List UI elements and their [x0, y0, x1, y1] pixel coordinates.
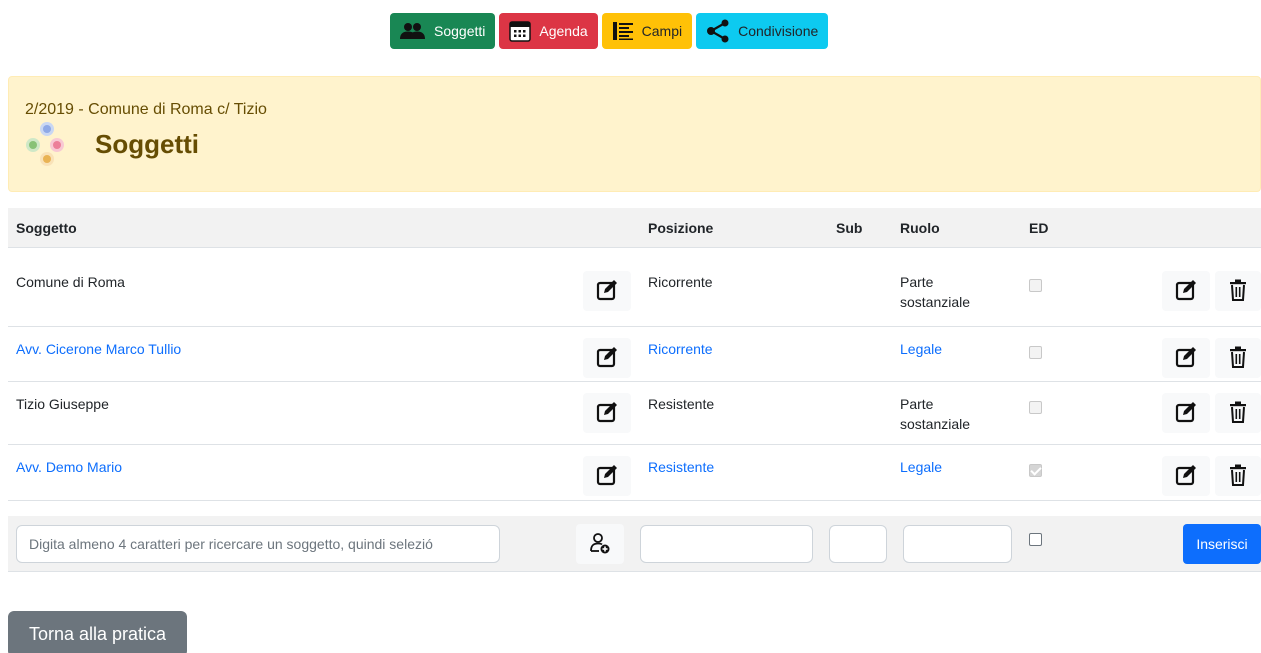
people-network-icon [25, 121, 65, 169]
insert-row: Inserisci [8, 516, 1261, 572]
edit-icon [1175, 346, 1197, 371]
trash-icon [1229, 346, 1247, 371]
edit-row-button[interactable] [1162, 456, 1210, 496]
role-input[interactable] [903, 525, 1012, 563]
position-value[interactable]: Resistente [648, 457, 714, 477]
nav-soggetti-button[interactable]: Soggetti [390, 13, 496, 49]
edit-subject-button[interactable] [583, 456, 631, 496]
position-value: Resistente [648, 396, 715, 412]
nav-condivisione-label: Condivisione [738, 23, 819, 39]
case-title: 2/2019 - Comune di Roma c/ Tizio [25, 101, 267, 118]
table-header: Soggetto Posizione Sub Ruolo ED [8, 208, 1261, 248]
trash-icon [1229, 464, 1247, 489]
edit-icon [596, 401, 618, 426]
role-value: Parte sostanziale [900, 396, 971, 432]
edit-subject-button[interactable] [583, 271, 631, 311]
nav-condivisione-button[interactable]: Condivisione [696, 13, 829, 49]
delete-row-button[interactable] [1215, 393, 1261, 433]
table-row: Comune di Roma Ricorrente Parte sostanzia… [8, 248, 1261, 327]
column-soggetto: Soggetto [16, 220, 77, 236]
role-value[interactable]: Legale [900, 339, 942, 359]
position-input[interactable] [640, 525, 813, 563]
page-title: Soggetti [95, 129, 199, 159]
ed-checkbox[interactable] [1029, 401, 1042, 414]
column-posizione: Posizione [648, 220, 714, 236]
edit-icon [596, 279, 618, 304]
column-ed: ED [1029, 220, 1049, 236]
edit-row-button[interactable] [1162, 338, 1210, 378]
back-to-case-button[interactable]: Torna alla pratica [8, 611, 187, 653]
edit-icon [1175, 464, 1197, 489]
delete-row-button[interactable] [1215, 456, 1261, 496]
delete-row-button[interactable] [1215, 338, 1261, 378]
sub-input[interactable] [829, 525, 887, 563]
add-subject-button[interactable] [576, 524, 624, 564]
edit-icon [1175, 401, 1197, 426]
edit-row-button[interactable] [1162, 271, 1210, 311]
position-value[interactable]: Ricorrente [648, 339, 713, 359]
edit-icon [596, 346, 618, 371]
ed-checkbox[interactable] [1029, 346, 1042, 359]
insert-button[interactable]: Inserisci [1183, 524, 1261, 564]
edit-icon [596, 464, 618, 489]
edit-icon [1175, 279, 1197, 304]
subject-name[interactable]: Avv. Cicerone Marco Tullio [16, 339, 181, 359]
table-row: Tizio Giuseppe Resistente Parte sostanzia… [8, 382, 1261, 445]
delete-row-button[interactable] [1215, 271, 1261, 311]
nav-campi-button[interactable]: Campi [601, 13, 693, 49]
position-value: Ricorrente [648, 274, 713, 290]
ed-new-checkbox[interactable] [1029, 533, 1042, 546]
column-ruolo: Ruolo [900, 220, 940, 236]
subject-name[interactable]: Avv. Demo Mario [16, 457, 122, 477]
person-add-icon [589, 532, 611, 557]
table-row: Avv. Cicerone Marco Tullio Ricorrente Le… [8, 327, 1261, 382]
subject-search-input[interactable] [16, 525, 500, 563]
nav-agenda-button[interactable]: Agenda [499, 13, 598, 49]
calendar-icon [509, 20, 532, 42]
column-sub: Sub [836, 220, 863, 236]
table-row: Avv. Demo Mario Resistente Legale [8, 445, 1261, 501]
share-icon [706, 19, 730, 43]
nav-soggetti-label: Soggetti [434, 23, 486, 39]
nav-agenda-label: Agenda [539, 23, 588, 39]
role-value[interactable]: Legale [900, 457, 942, 477]
trash-icon [1229, 279, 1247, 304]
ed-checkbox[interactable] [1029, 279, 1042, 292]
ed-checkbox-checked[interactable] [1029, 464, 1042, 477]
nav-campi-label: Campi [641, 23, 683, 39]
top-nav: Soggetti Agenda Campi Condivisione [390, 13, 829, 49]
edit-subject-button[interactable] [583, 338, 631, 378]
subject-name: Comune di Roma [16, 274, 125, 290]
role-value: Parte sostanziale [900, 274, 971, 310]
edit-subject-button[interactable] [583, 393, 631, 433]
subject-name: Tizio Giuseppe [16, 396, 109, 412]
users-icon [400, 22, 426, 40]
list-icon [612, 21, 634, 41]
trash-icon [1229, 401, 1247, 426]
subjects-table: Soggetto Posizione Sub Ruolo ED Comune d… [8, 208, 1261, 501]
edit-row-button[interactable] [1162, 393, 1210, 433]
page-header: 2/2019 - Comune di Roma c/ Tizio Soggett… [8, 76, 1261, 192]
